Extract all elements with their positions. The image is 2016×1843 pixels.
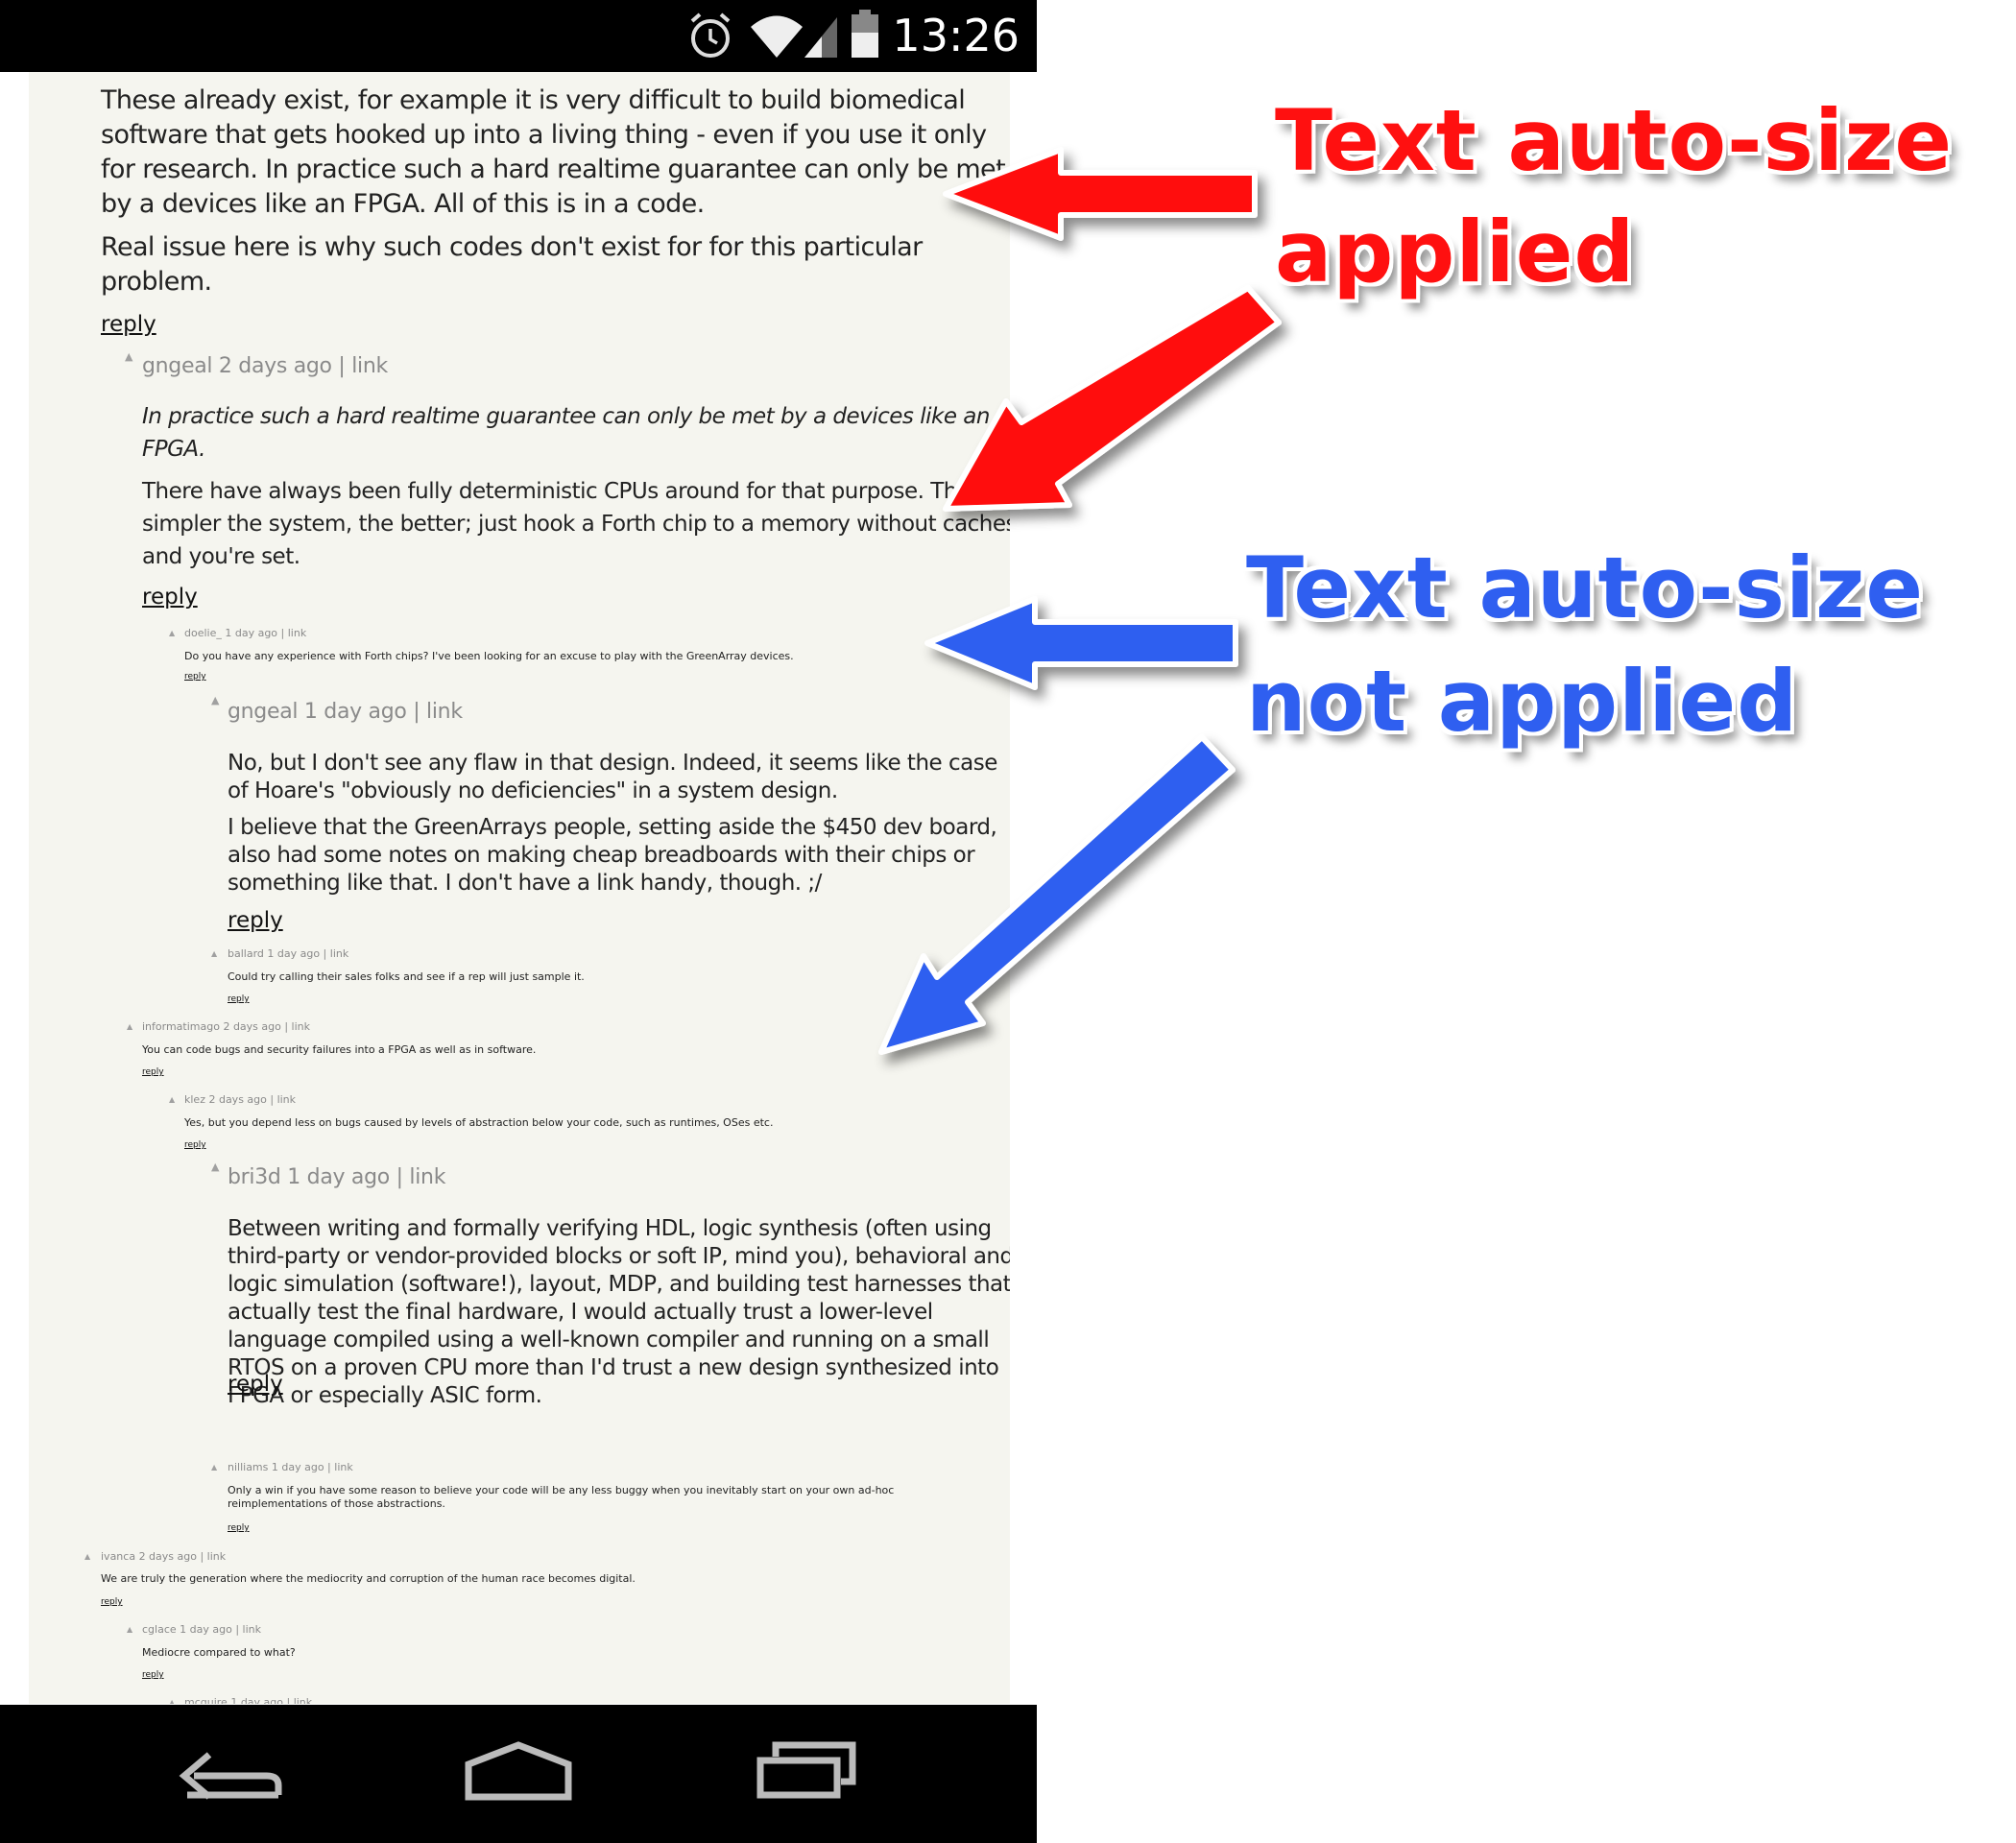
- upvote-arrow-icon[interactable]: ▲: [125, 350, 132, 363]
- comment-text: Could try calling their sales folks and …: [228, 970, 585, 983]
- comment-text: Do you have any experience with Forth ch…: [184, 650, 794, 662]
- reply-link[interactable]: reply: [101, 310, 156, 339]
- comment-thread[interactable]: These already exist, for example it is v…: [29, 72, 1010, 1704]
- upvote-arrow-icon[interactable]: ▲: [169, 1698, 175, 1704]
- comment-text: Between writing and formally verifying H…: [228, 1215, 1010, 1410]
- comment-meta: gngeal 1 day ago | link: [228, 700, 463, 724]
- comment-meta: ballard 1 day ago | link: [228, 947, 349, 960]
- cell-signal-icon: [804, 17, 837, 58]
- annotation-not-applied-line1: Text auto-size: [1246, 539, 1925, 637]
- upvote-arrow-icon[interactable]: ▲: [84, 1552, 90, 1561]
- comment-meta: mcguire 1 day ago | link: [184, 1696, 313, 1704]
- comment-paragraph: Between writing and formally verifying H…: [228, 1216, 1010, 1408]
- comment-paragraph: There have always been fully determinist…: [142, 479, 1010, 569]
- reply-link[interactable]: reply: [228, 993, 250, 1005]
- reply-link[interactable]: reply: [228, 1370, 283, 1399]
- reply-link[interactable]: reply: [184, 671, 206, 682]
- comment-paragraph: Real issue here is why such codes don't …: [101, 232, 923, 297]
- status-bar: 13:26: [0, 0, 1037, 72]
- comment-paragraph: These already exist, for example it is v…: [101, 85, 1006, 219]
- comment-meta: bri3d 1 day ago | link: [228, 1165, 446, 1189]
- comment-meta: nilliams 1 day ago | link: [228, 1461, 353, 1473]
- nav-bar: [0, 1705, 1037, 1843]
- home-icon[interactable]: [432, 1705, 605, 1843]
- reply-link[interactable]: reply: [142, 583, 198, 611]
- annotation-not-applied-line2: not applied: [1246, 652, 1799, 751]
- comment-meta: gngeal 2 days ago | link: [142, 354, 388, 378]
- annotation-applied-line1: Text auto-size: [1275, 91, 1954, 190]
- annotation-applied-line2: applied: [1275, 203, 1636, 301]
- comment-text: In practice such a hard realtime guarant…: [142, 400, 1010, 573]
- reply-link[interactable]: reply: [228, 1522, 250, 1534]
- recent-apps-icon[interactable]: [720, 1705, 893, 1843]
- comment-quote: In practice such a hard realtime guarant…: [142, 404, 990, 462]
- upvote-arrow-icon[interactable]: ▲: [211, 694, 219, 706]
- upvote-arrow-icon[interactable]: ▲: [169, 1095, 175, 1104]
- comment-text: No, but I don't see any flaw in that des…: [228, 750, 1010, 898]
- upvote-arrow-icon[interactable]: ▲: [211, 949, 217, 958]
- phone-screen: 13:26 These already exist, for example i…: [0, 0, 1037, 1843]
- battery-icon: [852, 10, 878, 58]
- upvote-arrow-icon[interactable]: ▲: [169, 629, 175, 637]
- comment-paragraph: No, but I don't see any flaw in that des…: [228, 751, 997, 803]
- wifi-icon: [751, 15, 803, 58]
- upvote-arrow-icon[interactable]: ▲: [127, 1625, 132, 1634]
- status-time: 13:26: [892, 10, 1020, 61]
- alarm-icon: [690, 12, 731, 58]
- comment-text: We are truly the generation where the me…: [101, 1572, 636, 1585]
- comment-text: These already exist, for example it is v…: [101, 84, 1010, 299]
- comment-meta: doelie_ 1 day ago | link: [184, 627, 307, 639]
- upvote-arrow-icon[interactable]: ▲: [211, 1463, 217, 1472]
- reply-link[interactable]: reply: [184, 1139, 206, 1151]
- comment-text: Mediocre compared to what?: [142, 1646, 296, 1659]
- comment-meta: klez 2 days ago | link: [184, 1093, 297, 1106]
- back-icon[interactable]: [144, 1705, 317, 1843]
- comment-meta: informatimago 2 days ago | link: [142, 1020, 311, 1033]
- reply-link[interactable]: reply: [142, 1066, 164, 1078]
- reply-link[interactable]: reply: [101, 1596, 123, 1608]
- upvote-arrow-icon[interactable]: ▲: [127, 1022, 132, 1031]
- comment-paragraph: I believe that the GreenArrays people, s…: [228, 815, 997, 896]
- comment-text: Yes, but you depend less on bugs caused …: [184, 1116, 774, 1129]
- reply-link[interactable]: reply: [228, 906, 283, 935]
- comment-text: You can code bugs and security failures …: [142, 1043, 537, 1056]
- comment-meta: ivanca 2 days ago | link: [101, 1550, 227, 1563]
- comment-meta: cglace 1 day ago | link: [142, 1623, 261, 1636]
- upvote-arrow-icon[interactable]: ▲: [211, 1161, 219, 1173]
- comment-text: Only a win if you have some reason to be…: [228, 1484, 895, 1510]
- reply-link[interactable]: reply: [142, 1669, 164, 1681]
